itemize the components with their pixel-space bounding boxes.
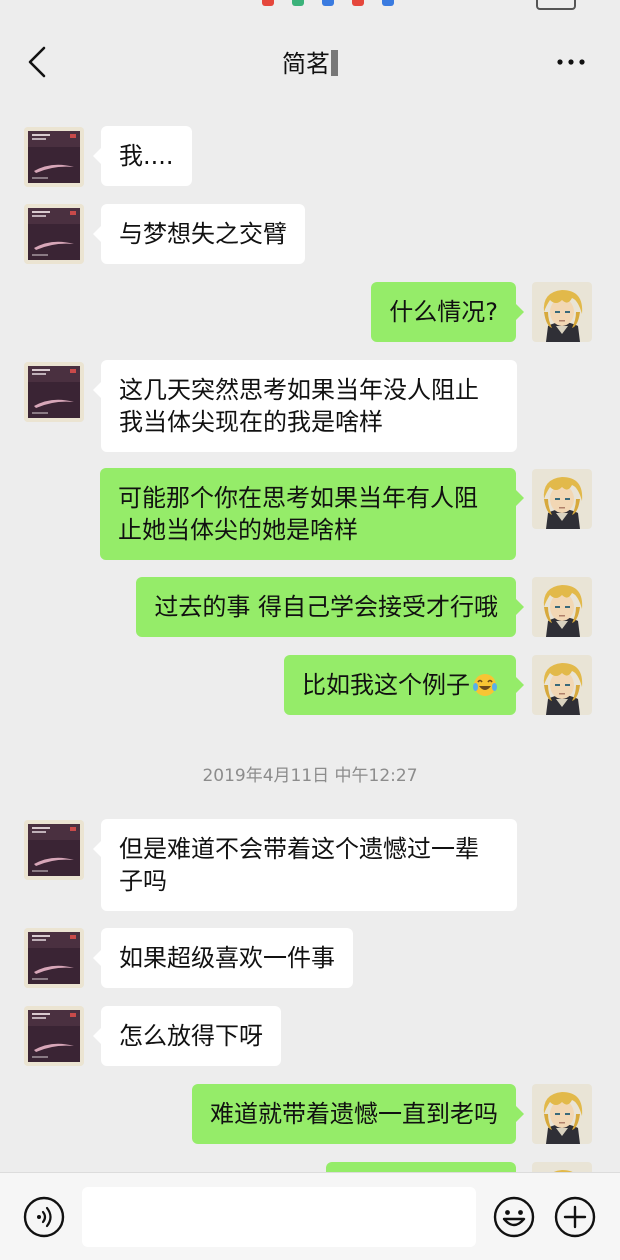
message-bubble-outgoing[interactable]: 什么情况? <box>371 282 524 342</box>
my-avatar[interactable] <box>532 282 592 342</box>
message-bubble-incoming[interactable]: 这几天突然思考如果当年没人阻止 我当体尖现在的我是啥样 <box>93 360 517 452</box>
chat-title-text: 简茗 <box>282 50 330 78</box>
contact-avatar[interactable] <box>24 820 84 880</box>
message-text: 比如我这个例子 <box>302 671 470 699</box>
voice-button[interactable] <box>22 1195 66 1239</box>
my-avatar-image <box>532 282 592 342</box>
chat-header: 简茗 <box>0 12 620 100</box>
contact-avatar[interactable] <box>24 127 84 187</box>
message-bubble-outgoing[interactable]: 难道就带着遗憾一直到老吗 <box>192 1084 524 1144</box>
plus-icon <box>554 1196 596 1238</box>
message-bubble-incoming[interactable]: 但是难道不会带着这个遗憾过一辈 子吗 <box>93 819 517 911</box>
redaction-mark <box>331 50 338 76</box>
notification-icon <box>262 0 274 6</box>
contact-avatar-image <box>24 820 84 880</box>
smiley-icon <box>493 1196 535 1238</box>
contact-avatar-image <box>24 1006 84 1066</box>
voice-icon <box>23 1196 65 1238</box>
contact-avatar-image <box>24 362 84 422</box>
message-bubble-incoming[interactable]: 我.... <box>93 126 192 186</box>
my-avatar-image <box>532 655 592 715</box>
message-bubble-incoming[interactable]: 如果超级喜欢一件事 <box>93 928 353 988</box>
notification-icon <box>292 0 304 6</box>
chat-title: 简茗 <box>0 44 620 79</box>
contact-avatar[interactable] <box>24 362 84 422</box>
contact-avatar-image <box>24 928 84 988</box>
my-avatar[interactable] <box>532 655 592 715</box>
more-button[interactable] <box>556 52 586 72</box>
notification-icon <box>382 0 394 6</box>
more-dots-icon <box>557 59 585 65</box>
my-avatar-image <box>532 577 592 637</box>
contact-avatar-image <box>24 204 84 264</box>
emoji-button[interactable] <box>492 1195 536 1239</box>
notification-icon <box>352 0 364 6</box>
my-avatar-image <box>532 469 592 529</box>
contact-avatar[interactable] <box>24 204 84 264</box>
my-avatar[interactable] <box>532 1084 592 1144</box>
message-bubble-outgoing[interactable]: 可能那个你在思考如果当年有人阻 止她当体尖的她是啥样 <box>100 468 524 560</box>
message-input[interactable] <box>82 1187 476 1247</box>
message-bubble-outgoing[interactable]: 过去的事 得自己学会接受才行哦 <box>136 577 524 637</box>
notification-icon <box>322 0 334 6</box>
my-avatar[interactable] <box>532 469 592 529</box>
my-avatar-image <box>532 1084 592 1144</box>
message-list[interactable]: 我.... 与梦想失之交臂 什么情况? 这几天突然思考如果当年没人阻止 我当体尖… <box>0 100 620 1222</box>
plus-button[interactable] <box>553 1195 597 1239</box>
my-avatar[interactable] <box>532 577 592 637</box>
message-bubble-incoming[interactable]: 与梦想失之交臂 <box>93 204 305 264</box>
chat-screen: 简茗 我.... 与梦想失之交臂 什么情况? 这几天突然思考如果当年没人阻止 我… <box>0 0 620 1260</box>
tears-of-joy-emoji-icon <box>473 674 497 696</box>
battery-icon <box>536 0 576 10</box>
contact-avatar[interactable] <box>24 928 84 988</box>
message-bubble-outgoing[interactable]: 比如我这个例子 <box>284 655 524 715</box>
input-bar <box>0 1172 620 1260</box>
contact-avatar-image <box>24 127 84 187</box>
message-timestamp: 2019年4月11日 中午12:27 <box>202 766 418 786</box>
status-bar <box>0 0 620 12</box>
message-bubble-incoming[interactable]: 怎么放得下呀 <box>93 1006 281 1066</box>
contact-avatar[interactable] <box>24 1006 84 1066</box>
